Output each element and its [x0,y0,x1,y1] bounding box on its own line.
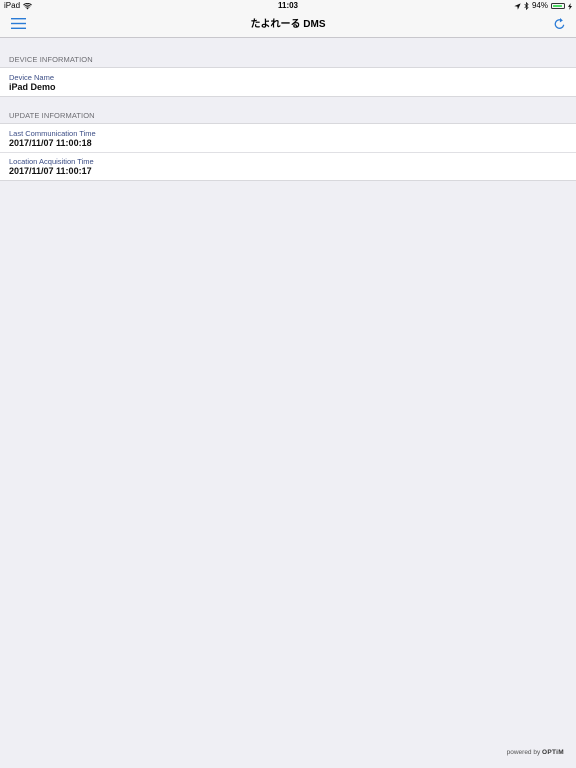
brand-logo: OPTiM [542,749,564,756]
device-name-row[interactable]: Device Name iPad Demo [0,68,576,96]
refresh-icon[interactable] [553,17,566,31]
powered-by-footer: powered by OPTiM [507,749,564,756]
last-communication-time-row[interactable]: Last Communication Time 2017/11/07 11:00… [0,124,576,152]
update-information-group: Last Communication Time 2017/11/07 11:00… [0,123,576,181]
powered-by-text: powered by [506,749,541,756]
status-right: 94% [514,0,572,12]
charging-bolt-icon [568,2,572,10]
device-name-value: iPad Demo [9,82,56,92]
navigation-bar: たよれーる DMS [0,12,576,38]
battery-level-fill [553,5,563,7]
section-header-device-information: DEVICE INFORMATION [9,55,93,64]
status-bar: iPad 11:03 94% [0,0,576,12]
status-time: 11:03 [277,1,299,10]
battery-icon [551,3,565,9]
location-arrow-icon [514,2,521,10]
device-information-group: Device Name iPad Demo [0,67,576,97]
location-acquisition-time-value: 2017/11/07 11:00:17 [9,166,92,176]
last-communication-time-label: Last Communication Time [9,129,96,138]
battery-percentage: 94% [531,1,548,10]
device-name-label: Device Name [9,73,55,82]
location-acquisition-time-label: Location Acquisition Time [9,157,94,166]
page-title: たよれーる DMS [250,19,326,30]
location-acquisition-time-row[interactable]: Location Acquisition Time 2017/11/07 11:… [0,152,576,180]
last-communication-time-value: 2017/11/07 11:00:18 [9,138,92,148]
bluetooth-icon [524,2,529,10]
section-header-update-information: UPDATE INFORMATION [9,111,95,120]
